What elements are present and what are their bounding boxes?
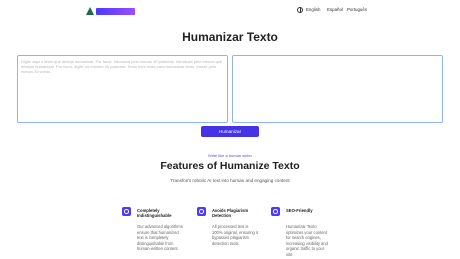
language-english-link[interactable]: English: [306, 7, 320, 12]
feature-description: Our advanced algorithms ensure that huma…: [137, 224, 183, 252]
humanize-button[interactable]: Humanizar: [201, 126, 259, 137]
input-textarea[interactable]: Digite aqui o texto que deseja humanizar…: [17, 55, 228, 123]
features-eyebrow: Write like a human writer: [208, 153, 252, 158]
features-subtitle: Transform robotic AI text into human and…: [170, 178, 290, 183]
logo-wordmark[interactable]: [96, 8, 135, 15]
globe-icon: [297, 7, 303, 13]
feature-title: Completely Indistinguishable: [137, 208, 172, 219]
seo-icon: [271, 207, 280, 216]
input-placeholder: Digite aqui o texto que deseja humanizar…: [21, 59, 223, 74]
feature-title: Avoids Plagiarism Detection: [212, 208, 249, 219]
output-textarea[interactable]: [232, 55, 443, 123]
language-portugues-link[interactable]: Português: [347, 7, 367, 12]
plagiarism-icon: [197, 207, 206, 216]
indistinguishable-icon: [122, 207, 131, 216]
page-title: Humanizar Texto: [182, 30, 278, 44]
feature-description: Humanizar Texto optimizes your content f…: [286, 224, 328, 257]
logo-icon[interactable]: [86, 7, 94, 15]
feature-title: SEO-Friendly: [286, 208, 313, 213]
feature-description: All processed text is 100% original, ens…: [212, 224, 258, 246]
language-espanol-link[interactable]: Español: [327, 7, 343, 12]
features-title: Features of Humanize Texto: [160, 160, 300, 172]
